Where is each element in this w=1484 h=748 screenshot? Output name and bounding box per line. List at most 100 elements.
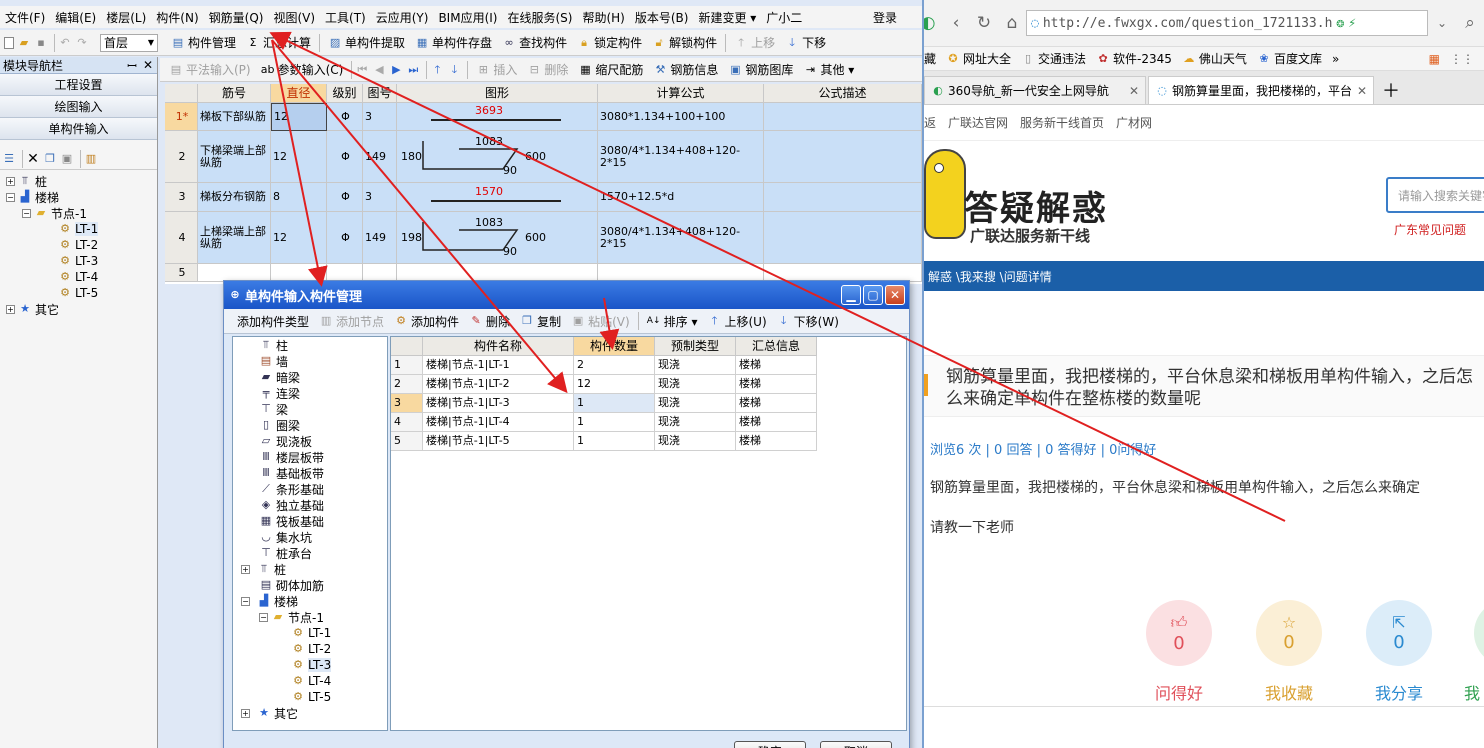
next-record-icon[interactable]: ▶ bbox=[389, 63, 403, 77]
insert-row-button[interactable]: ⊞ 插入 bbox=[471, 61, 522, 78]
grid-cell-description[interactable] bbox=[764, 183, 922, 212]
menu-edit[interactable]: 编辑(E) bbox=[50, 9, 101, 26]
grid-row-number[interactable]: 5 bbox=[165, 264, 198, 282]
delete-row-button[interactable]: ⊟ 删除 bbox=[522, 61, 573, 78]
grid-cell-name[interactable]: 上梯梁端上部纵筋 bbox=[198, 212, 271, 264]
grid-cell-grade[interactable]: Φ bbox=[327, 183, 363, 212]
grid-row-number[interactable]: 1* bbox=[165, 103, 198, 131]
url-input[interactable]: ◌ http://e.fwxgx.com/question_1721133.h … bbox=[1026, 10, 1428, 36]
grid-cell-formula[interactable]: 3080/4*1.134+408+120-2*15 bbox=[598, 212, 764, 264]
search-input[interactable]: 请输入搜索关键字 bbox=[1386, 177, 1484, 213]
tree-node-lt5[interactable]: ⚙ LT-5 bbox=[0, 285, 157, 301]
expand-icon[interactable]: + bbox=[6, 176, 15, 186]
expand-icon[interactable]: + bbox=[6, 304, 15, 314]
tree-node-pile[interactable]: + ⫪ 桩 bbox=[233, 561, 387, 577]
grid-cell-figure-no[interactable]: 149 bbox=[363, 212, 397, 264]
copy-button[interactable]: ❐ 复制 bbox=[515, 313, 566, 330]
single-save-button[interactable]: ▦ 单构件存盘 bbox=[410, 34, 497, 51]
tree-node-strip-foundation[interactable]: ⟋ 条形基础 bbox=[233, 481, 387, 497]
menu-tools[interactable]: 工具(T) bbox=[320, 9, 371, 26]
region-link[interactable]: 广东常见问题 bbox=[1394, 221, 1466, 238]
tree-node-node1[interactable]: − ▰ 节点-1 bbox=[0, 205, 157, 221]
tree-node-lt4[interactable]: ⚙ LT-4 bbox=[233, 673, 387, 689]
browser-logo-icon[interactable]: ◐ bbox=[924, 10, 942, 36]
maximize-icon[interactable]: ▢ bbox=[863, 285, 883, 305]
login-button[interactable]: 登录 bbox=[868, 9, 902, 26]
grid-row-number[interactable]: 4 bbox=[165, 212, 198, 264]
bookmark-traffic[interactable]: ▯ 交通违法 bbox=[1021, 50, 1086, 67]
table-cell-name[interactable]: 楼梯|节点-1|LT-2 bbox=[423, 375, 574, 394]
table-cell-summary[interactable]: 楼梯 bbox=[736, 413, 817, 432]
tree-node-lt5[interactable]: ⚙ LT-5 bbox=[233, 689, 387, 705]
row-up-icon[interactable]: 🡑 bbox=[430, 63, 444, 77]
like-question-label[interactable]: 问得好 bbox=[1139, 680, 1219, 704]
favorite-label[interactable]: 我收藏 bbox=[1249, 680, 1329, 704]
table-cell-name[interactable]: 楼梯|节点-1|LT-3 bbox=[423, 394, 574, 413]
tree-node-beam[interactable]: ⊤ 梁 bbox=[233, 401, 387, 417]
table-cell-summary[interactable]: 楼梯 bbox=[736, 375, 817, 394]
tree-node-lt4[interactable]: ⚙ LT-4 bbox=[0, 269, 157, 285]
home-icon[interactable]: ⌂ bbox=[998, 10, 1026, 36]
minimize-icon[interactable]: ▁ bbox=[841, 285, 861, 305]
scale-rebar-button[interactable]: ▦ 缩尺配筋 bbox=[573, 61, 648, 78]
collapse-icon[interactable]: − bbox=[22, 208, 31, 218]
tree-node-stairs[interactable]: − ▟ 楼梯 bbox=[233, 593, 387, 609]
open-folder-icon[interactable]: ▰ bbox=[17, 36, 31, 50]
table-cell-quantity[interactable]: 2 bbox=[574, 356, 655, 375]
tree-node-lt2[interactable]: ⚙ LT-2 bbox=[233, 641, 387, 657]
menu-cloud[interactable]: 云应用(Y) bbox=[371, 9, 434, 26]
grid-cell-diameter[interactable]: 12 bbox=[271, 212, 327, 264]
find-component-button[interactable]: ∞ 查找构件 bbox=[497, 34, 572, 51]
apps-icon[interactable]: ▦ bbox=[1429, 52, 1440, 66]
security-icon[interactable]: ❂ bbox=[1336, 16, 1344, 31]
tree-node-pile-cap[interactable]: ⊤ 桩承台 bbox=[233, 545, 387, 561]
table-cell-name[interactable]: 楼梯|节点-1|LT-1 bbox=[423, 356, 574, 375]
tree-node-node1[interactable]: − ▰ 节点-1 bbox=[233, 609, 387, 625]
expand-icon[interactable]: + bbox=[241, 564, 250, 574]
tree-node-other[interactable]: + ★ 其它 bbox=[233, 705, 387, 721]
table-cell-quantity[interactable]: 1 bbox=[574, 413, 655, 432]
grid-cell-grade[interactable]: Φ bbox=[327, 212, 363, 264]
grid-icon[interactable]: ⋮⋮ bbox=[1450, 52, 1474, 66]
dialog-move-down-button[interactable]: 🡓 下移(W) bbox=[772, 313, 844, 330]
list-icon[interactable]: ☰ bbox=[2, 152, 16, 166]
table-cell-quantity[interactable]: 1 bbox=[574, 394, 655, 413]
grid-cell-description[interactable] bbox=[764, 103, 922, 131]
table-cell-precast-type[interactable]: 现浇 bbox=[655, 394, 736, 413]
table-cell-summary[interactable]: 楼梯 bbox=[736, 432, 817, 451]
row-down-icon[interactable]: 🡓 bbox=[447, 63, 461, 77]
table-cell-name[interactable]: 楼梯|节点-1|LT-4 bbox=[423, 413, 574, 432]
delete-button[interactable]: ✎ 删除 bbox=[464, 313, 515, 330]
tree-node-pile[interactable]: + ⫪ 桩 bbox=[0, 173, 157, 189]
share-label[interactable]: 我分享 bbox=[1359, 680, 1439, 704]
ok-button[interactable]: 确定 bbox=[734, 741, 806, 748]
collapse-icon[interactable]: − bbox=[6, 192, 15, 202]
sort-button[interactable]: A↓ 排序 ▾ bbox=[642, 313, 703, 330]
save-icon[interactable]: ▪ bbox=[34, 36, 48, 50]
bookmark-weather[interactable]: ☁ 佛山天气 bbox=[1182, 50, 1247, 67]
menu-component[interactable]: 构件(N) bbox=[151, 9, 203, 26]
menu-new-change[interactable]: 新建变更 ▾ bbox=[693, 9, 761, 26]
move-down-button[interactable]: 🡓 下移 bbox=[780, 34, 831, 51]
floor-select[interactable]: 首层 ▼ bbox=[100, 33, 158, 52]
chevron-down-icon[interactable]: ⌄ bbox=[1428, 10, 1456, 36]
nav-project-settings[interactable]: 工程设置 bbox=[0, 74, 157, 96]
site-nav-glodon[interactable]: 广联达官网 bbox=[948, 114, 1008, 131]
tree-node-slab[interactable]: ▱ 现浇板 bbox=[233, 433, 387, 449]
grid-cell-formula[interactable]: 1570+12.5*d bbox=[598, 183, 764, 212]
add-node-button[interactable]: ▥ 添加节点 bbox=[314, 313, 389, 330]
grid-cell-shape[interactable]: 3693 bbox=[397, 103, 598, 131]
tree-node-other[interactable]: + ★ 其它 bbox=[0, 301, 157, 317]
grid-cell-name[interactable]: 梯板下部纵筋 bbox=[198, 103, 271, 131]
bookmark-favorites[interactable]: 藏 bbox=[924, 50, 936, 67]
component-management-button[interactable]: ▤ 构件管理 bbox=[166, 34, 241, 51]
undo-icon[interactable]: ↶ bbox=[58, 36, 72, 50]
single-extract-button[interactable]: ▨ 单构件提取 bbox=[323, 34, 410, 51]
site-nav-back[interactable]: 返 bbox=[924, 114, 936, 131]
bookmark-sites[interactable]: ✪ 网址大全 bbox=[946, 50, 1011, 67]
new-tab-button[interactable]: ＋ bbox=[1376, 76, 1406, 104]
menu-rebar[interactable]: 钢筋量(Q) bbox=[204, 9, 269, 26]
menu-version[interactable]: 版本号(B) bbox=[630, 9, 694, 26]
share-button[interactable]: ⇱ 0 bbox=[1366, 600, 1432, 666]
tree-node-lt3[interactable]: ⚙ LT-3 bbox=[233, 657, 387, 673]
